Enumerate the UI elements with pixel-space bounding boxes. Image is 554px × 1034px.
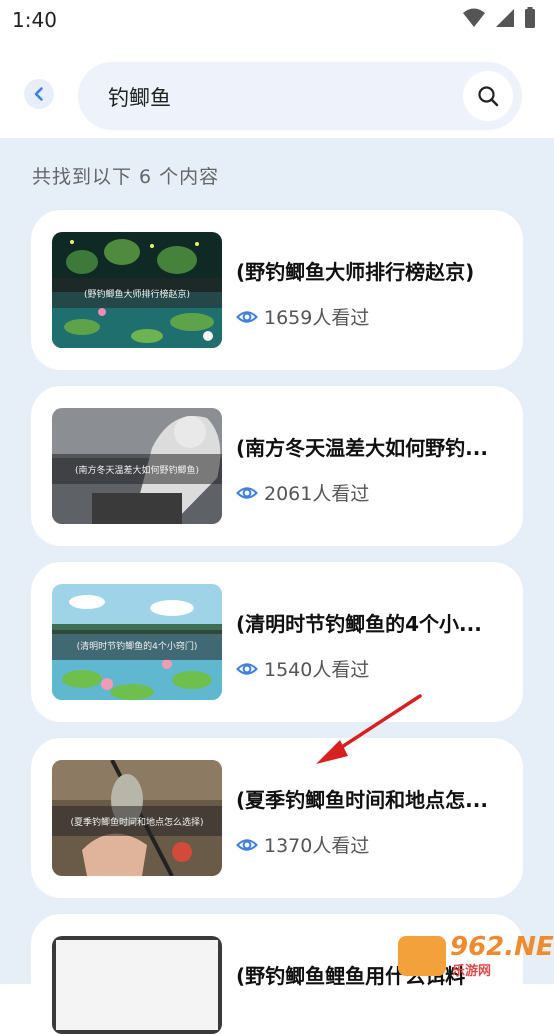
result-card[interactable]: (清明时节钓鲫鱼的4个小窍门) (清明时节钓鲫鱼的4个小... 1540人看过 — [31, 562, 523, 722]
watermark-brand: 962.NET — [450, 932, 554, 962]
video-thumbnail: (夏季钓鲫鱼时间和地点怎么选择) — [52, 760, 222, 876]
video-thumbnail — [52, 936, 222, 1034]
status-bar: 1:40 — [0, 0, 554, 38]
card-title[interactable]: (夏季钓鲫鱼时间和地点怎... — [236, 784, 506, 813]
eye-icon — [236, 310, 258, 323]
result-card[interactable]: (野钓鲫鱼大师排行榜赵京) (野钓鲫鱼大师排行榜赵京) 1659人看过 — [31, 210, 523, 370]
status-time: 1:40 — [12, 8, 57, 32]
view-count-text: 2061人看过 — [264, 483, 370, 505]
search-input[interactable]: 钓鲫鱼 — [78, 62, 522, 130]
view-count-text: 1540人看过 — [264, 659, 370, 681]
view-count: 1370人看过 — [236, 831, 369, 858]
status-icons — [462, 7, 536, 33]
view-count: 2061人看过 — [236, 479, 369, 506]
view-count: 1659人看过 — [236, 303, 369, 330]
view-count: 1540人看过 — [236, 655, 369, 682]
thumbnail-caption: (野钓鲫鱼大师排行榜赵京) — [52, 278, 222, 308]
video-thumbnail: (清明时节钓鲫鱼的4个小窍门) — [52, 584, 222, 700]
video-thumbnail: (野钓鲫鱼大师排行榜赵京) — [52, 232, 222, 348]
search-icon — [478, 86, 499, 107]
video-thumbnail: (南方冬天温差大如何野钓鲫鱼) — [52, 408, 222, 524]
card-title[interactable]: (南方冬天温差大如何野钓... — [236, 432, 506, 461]
eye-icon — [236, 838, 258, 851]
wifi-icon — [462, 7, 486, 33]
watermark-sub: 乐游网 — [452, 964, 492, 979]
annotation-arrow — [316, 694, 422, 764]
thumbnail-caption: (南方冬天温差大如何野钓鲫鱼) — [52, 454, 222, 484]
signal-icon — [494, 7, 516, 33]
result-card[interactable]: (夏季钓鲫鱼时间和地点怎么选择) (夏季钓鲫鱼时间和地点怎... 1370人看过 — [31, 738, 523, 898]
search-query[interactable]: 钓鲫鱼 — [108, 82, 171, 112]
result-card[interactable]: (南方冬天温差大如何野钓鲫鱼) (南方冬天温差大如何野钓... 2061人看过 — [31, 386, 523, 546]
eye-icon — [236, 662, 258, 675]
search-header: 钓鲫鱼 — [0, 38, 554, 138]
card-title[interactable]: (野钓鲫鱼大师排行榜赵京) — [236, 256, 506, 285]
watermark-logo: 962.NET 乐游网 — [398, 932, 554, 980]
result-count: 共找到以下 6 个内容 — [32, 166, 220, 188]
view-count-text: 1370人看过 — [264, 835, 370, 857]
view-count-text: 1659人看过 — [264, 307, 370, 329]
thumbnail-caption: (夏季钓鲫鱼时间和地点怎么选择) — [52, 806, 222, 836]
eye-icon — [236, 486, 258, 499]
thumbnail-caption: (清明时节钓鲫鱼的4个小窍门) — [52, 630, 222, 660]
search-button[interactable] — [463, 71, 513, 121]
battery-icon — [524, 7, 536, 33]
back-button[interactable] — [24, 79, 54, 109]
card-title[interactable]: (清明时节钓鲫鱼的4个小... — [236, 608, 506, 637]
chevron-left-icon — [34, 87, 43, 101]
watermark-badge — [398, 936, 446, 976]
results-area: 共找到以下 6 个内容 (野钓鲫鱼大师排行榜赵京) (野钓鲫鱼大师排行榜赵京) — [0, 138, 554, 1034]
